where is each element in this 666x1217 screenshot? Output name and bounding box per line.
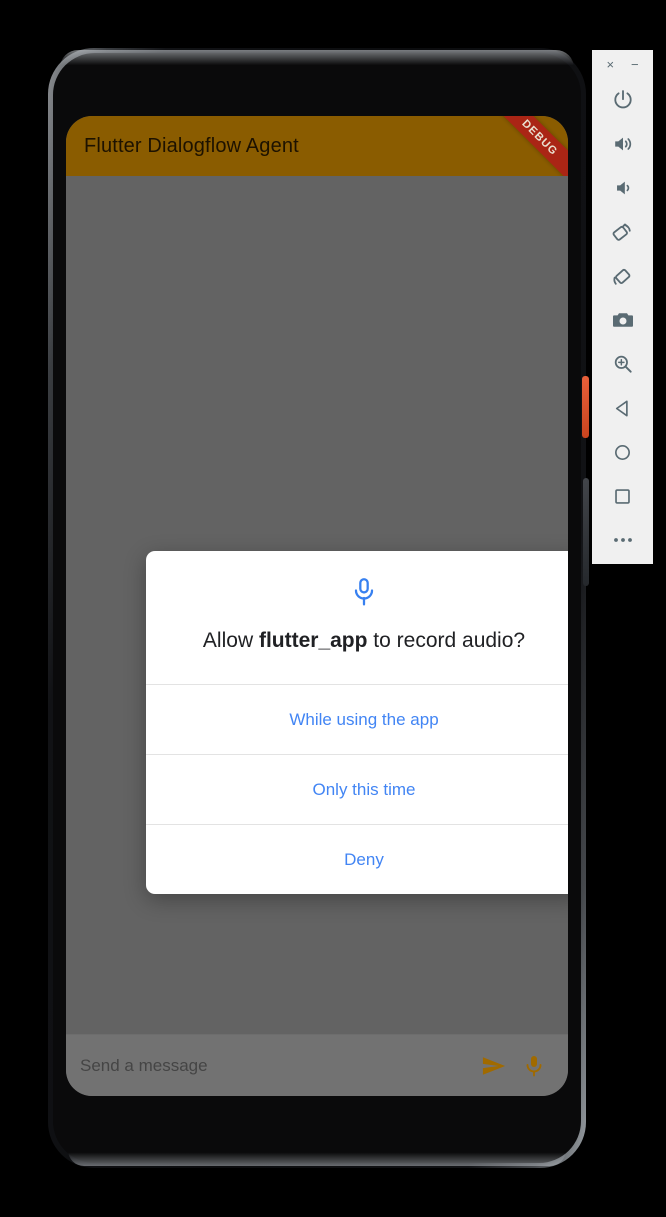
screenshot-root: Flutter Dialogflow Agent DEBUG Send a me…: [0, 0, 666, 1217]
hardware-power-button[interactable]: [582, 376, 589, 438]
emulator-home-button[interactable]: [592, 430, 653, 474]
allow-only-this-time-button[interactable]: Only this time: [146, 754, 568, 824]
emulator-toolbar: × −: [592, 50, 653, 564]
more-icon: [613, 538, 632, 542]
overview-icon: [615, 488, 630, 504]
zoom-in-icon: [614, 355, 632, 373]
android-emulator-device: Flutter Dialogflow Agent DEBUG Send a me…: [48, 48, 589, 1168]
permission-dialog: Allow flutter_app to record audio? While…: [146, 551, 568, 895]
emulator-overview-button[interactable]: [592, 474, 653, 518]
emulator-zoom-button[interactable]: [592, 342, 653, 386]
hardware-volume-rocker[interactable]: [583, 478, 589, 586]
emulator-volume-up-button[interactable]: [592, 122, 653, 166]
home-icon: [615, 444, 630, 460]
volume-down-icon: [616, 181, 629, 195]
debug-banner-label: DEBUG: [519, 117, 561, 158]
screenshot-camera-icon: [612, 313, 633, 327]
device-screen: Flutter Dialogflow Agent DEBUG Send a me…: [66, 116, 568, 1096]
emulator-rotate-left-button[interactable]: [592, 210, 653, 254]
permission-title-suffix: to record audio?: [367, 629, 526, 652]
emulator-screenshot-button[interactable]: [592, 298, 653, 342]
page-title: Flutter Dialogflow Agent: [84, 134, 299, 157]
power-icon: [613, 90, 632, 109]
rotate-right-icon: [613, 268, 631, 285]
emulator-back-button[interactable]: [592, 386, 653, 430]
back-icon: [615, 399, 628, 417]
emulator-window-controls: × −: [592, 50, 653, 78]
permission-title-prefix: Allow: [202, 629, 259, 652]
deny-label: Deny: [344, 849, 384, 869]
emulator-rotate-right-button[interactable]: [592, 254, 653, 298]
permission-dialog-title: Allow flutter_app to record audio?: [166, 627, 562, 654]
deny-button[interactable]: Deny: [146, 824, 568, 894]
microphone-icon: [526, 1055, 542, 1076]
emulator-more-button[interactable]: [592, 518, 653, 562]
microphone-icon: [354, 578, 374, 606]
message-input[interactable]: Send a message: [80, 1056, 474, 1076]
emulator-power-button[interactable]: [592, 78, 653, 122]
voice-input-button[interactable]: [514, 1046, 554, 1086]
send-button[interactable]: [474, 1046, 514, 1086]
volume-up-icon: [614, 137, 631, 151]
permission-dialog-header: Allow flutter_app to record audio?: [146, 551, 568, 684]
rotate-left-icon: [612, 223, 631, 241]
message-input-bar: Send a message: [66, 1034, 568, 1096]
allow-only-this-time-label: Only this time: [312, 779, 416, 799]
permission-app-name: flutter_app: [258, 629, 368, 652]
allow-while-using-app-button[interactable]: While using the app: [146, 684, 568, 754]
app-bar: Flutter Dialogflow Agent DEBUG: [66, 116, 568, 176]
debug-banner: DEBUG: [487, 116, 568, 176]
allow-while-using-app-label: While using the app: [289, 709, 439, 729]
emulator-close-button[interactable]: ×: [606, 58, 614, 71]
emulator-minimize-button[interactable]: −: [631, 58, 639, 71]
emulator-volume-down-button[interactable]: [592, 166, 653, 210]
send-icon: [482, 1056, 506, 1075]
